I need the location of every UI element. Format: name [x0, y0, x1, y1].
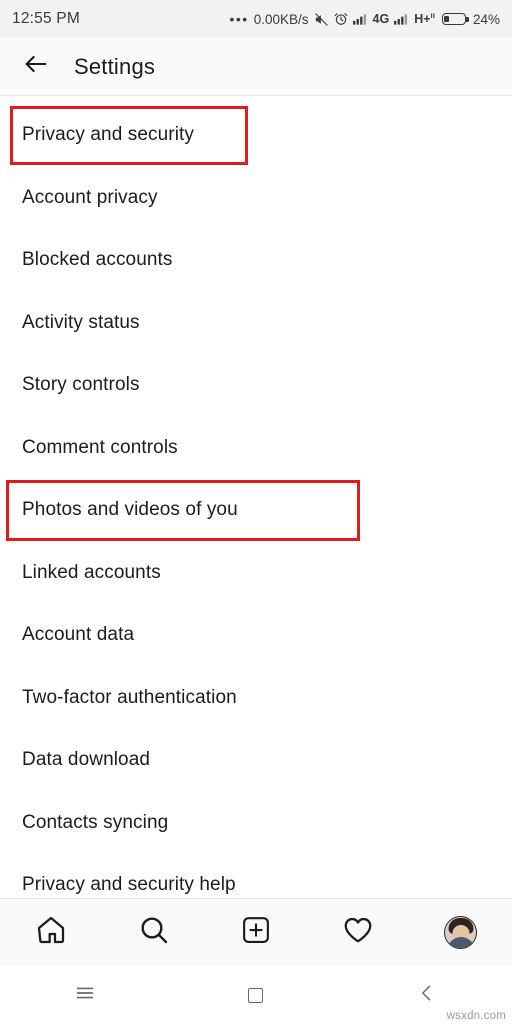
search-icon	[138, 914, 170, 951]
heart-icon	[342, 914, 374, 951]
list-item-contacts-syncing[interactable]: Contacts syncing	[0, 792, 512, 855]
status-bar: 12:55 PM ••• 0.00KB/s 4G H+ıı 24%	[0, 0, 512, 38]
system-navigation-bar: wsxdn.com	[0, 966, 512, 1024]
list-item-label: Comment controls	[22, 436, 178, 458]
list-item-label: Story controls	[22, 374, 140, 396]
overflow-dots-icon: •••	[229, 11, 249, 27]
alarm-icon	[334, 12, 348, 26]
list-item-label: Privacy and security	[22, 124, 195, 146]
list-item-linked-accounts[interactable]: Linked accounts	[0, 542, 512, 605]
list-item-label: Account data	[22, 624, 135, 646]
list-item-two-factor-authentication[interactable]: Two-factor authentication	[0, 667, 512, 730]
network-h-plus-sup: ıı	[430, 11, 435, 21]
data-rate-label: 0.00KB/s	[253, 11, 309, 27]
list-item-activity-status[interactable]: Activity status	[0, 292, 512, 355]
list-item-blocked-accounts[interactable]: Blocked accounts	[0, 229, 512, 292]
status-time: 12:55 PM	[12, 10, 80, 27]
chevron-left-icon	[417, 983, 437, 1008]
list-item-privacy-and-security-help[interactable]: Privacy and security help	[0, 854, 512, 898]
bottom-navigation-bar	[0, 898, 512, 966]
list-item-label: Data download	[22, 749, 151, 771]
home-icon	[35, 914, 67, 951]
system-back-button[interactable]	[395, 975, 459, 1015]
battery-fill	[444, 16, 450, 22]
list-item-photos-and-videos-of-you[interactable]: Photos and videos of you	[0, 479, 512, 542]
status-indicators: ••• 0.00KB/s 4G H+ıı 24%	[229, 11, 500, 26]
system-menu-button[interactable]	[53, 975, 117, 1015]
list-item-label: Privacy and security help	[22, 874, 236, 896]
list-item-privacy-and-security[interactable]: Privacy and security	[0, 104, 512, 167]
battery-icon	[441, 13, 469, 25]
mute-icon	[314, 12, 329, 27]
list-item-story-controls[interactable]: Story controls	[0, 354, 512, 417]
list-item-label: Contacts syncing	[22, 811, 169, 833]
nav-add-post-button[interactable]	[228, 905, 284, 961]
list-item-label: Photos and videos of you	[22, 499, 238, 521]
phone-screen: 12:55 PM ••• 0.00KB/s 4G H+ıı 24% Settin…	[0, 0, 512, 1024]
list-item-label: Two-factor authentication	[22, 686, 237, 708]
nav-profile-button[interactable]	[433, 905, 489, 961]
settings-list: Privacy and security Account privacy Blo…	[0, 96, 512, 898]
signal-1-icon	[352, 13, 368, 25]
watermark: wsxdn.com	[446, 1010, 506, 1022]
menu-icon	[74, 982, 96, 1009]
list-item-comment-controls[interactable]: Comment controls	[0, 417, 512, 480]
list-item-label: Blocked accounts	[22, 249, 173, 271]
back-button[interactable]	[16, 47, 56, 87]
square-home-icon	[248, 987, 264, 1003]
network-4g-label: 4G	[372, 12, 390, 26]
battery-percent-label: 24%	[472, 11, 500, 27]
avatar-body	[446, 937, 475, 948]
list-item-label: Account privacy	[22, 186, 158, 208]
profile-avatar	[444, 916, 478, 949]
nav-home-button[interactable]	[23, 905, 79, 961]
network-h-plus-label: H+ıı	[414, 11, 435, 26]
app-bar: Settings	[0, 38, 512, 96]
network-h-plus-text: H+	[414, 12, 431, 27]
list-item-label: Activity status	[22, 311, 140, 333]
list-item-data-download[interactable]: Data download	[0, 729, 512, 792]
list-item-label: Linked accounts	[22, 561, 161, 583]
list-item-account-privacy[interactable]: Account privacy	[0, 167, 512, 230]
page-title: Settings	[74, 53, 156, 79]
add-post-icon	[241, 915, 271, 950]
system-home-button[interactable]	[224, 975, 288, 1015]
list-item-account-data[interactable]: Account data	[0, 604, 512, 667]
nav-activity-button[interactable]	[330, 905, 386, 961]
arrow-left-icon	[22, 50, 50, 83]
signal-2-icon	[394, 13, 409, 25]
nav-search-button[interactable]	[126, 905, 182, 961]
